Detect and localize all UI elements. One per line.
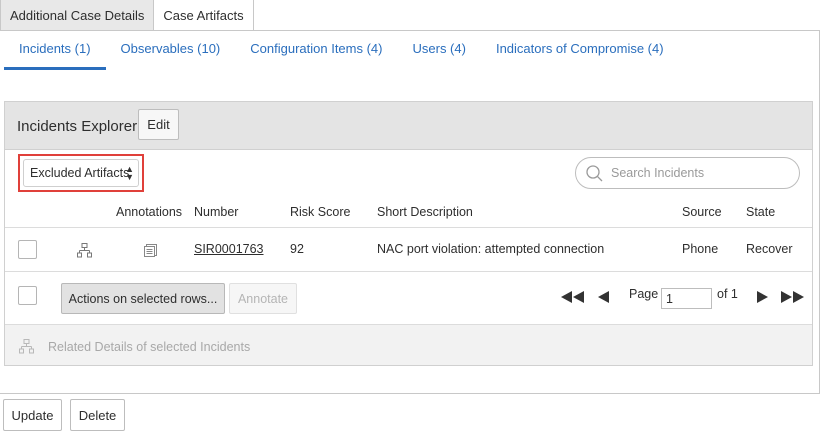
delete-button[interactable]: Delete <box>70 399 125 431</box>
source-cell: Phone <box>682 242 719 256</box>
next-page-icon[interactable] <box>757 291 768 303</box>
page-number-input[interactable] <box>661 288 712 309</box>
col-annotations: Annotations <box>116 205 183 219</box>
hierarchy-icon <box>19 339 34 354</box>
filter-highlight: Excluded Artifacts ▲ ▼ <box>18 154 144 192</box>
top-tab-bar: Additional Case Details Case Artifacts <box>0 0 254 31</box>
related-details-label: Related Details of selected Incidents <box>48 340 251 354</box>
filter-select-value: Excluded Artifacts <box>30 166 130 180</box>
risk-score-cell: 92 <box>290 242 304 256</box>
tab-additional-case-details[interactable]: Additional Case Details <box>0 0 155 31</box>
explorer-header: Incidents Explorer Edit <box>5 102 812 150</box>
previous-page-icon[interactable] <box>598 291 609 303</box>
hierarchy-icon[interactable] <box>77 243 92 258</box>
tab-indicators-of-compromise[interactable]: Indicators of Compromise (4) <box>481 38 679 70</box>
explorer-title: Incidents Explorer <box>17 118 138 135</box>
col-source[interactable]: Source <box>682 205 722 219</box>
search-input[interactable]: Search Incidents <box>575 157 800 189</box>
incident-number-link[interactable]: SIR0001763 <box>194 242 264 256</box>
col-risk-score[interactable]: Risk Score <box>290 205 350 219</box>
tab-incidents[interactable]: Incidents (1) <box>4 38 106 70</box>
short-description-cell: NAC port violation: attempted connection <box>377 242 605 256</box>
search-placeholder: Search Incidents <box>611 166 705 180</box>
tab-case-artifacts[interactable]: Case Artifacts <box>153 0 254 31</box>
col-number[interactable]: Number <box>194 205 238 219</box>
row-checkbox[interactable] <box>18 240 37 259</box>
actions-on-selected-rows-button[interactable]: Actions on selected rows... <box>61 283 225 314</box>
artifact-tab-bar: Incidents (1) Observables (10) Configura… <box>4 38 679 70</box>
search-icon <box>586 165 603 182</box>
tab-users[interactable]: Users (4) <box>398 38 481 70</box>
first-page-icon[interactable] <box>561 291 585 303</box>
state-cell: Recover <box>746 242 793 256</box>
header-divider <box>5 227 812 228</box>
last-page-icon[interactable] <box>781 291 805 303</box>
incidents-explorer: Incidents Explorer Edit Excluded Artifac… <box>4 101 813 366</box>
tab-configuration-items[interactable]: Configuration Items (4) <box>235 38 397 70</box>
related-details-bar: Related Details of selected Incidents <box>5 324 812 365</box>
page-count-label: of 1 <box>717 287 738 301</box>
annotate-button[interactable]: Annotate <box>229 283 297 314</box>
annotation-icon[interactable] <box>144 244 157 257</box>
update-button[interactable]: Update <box>3 399 62 431</box>
tab-observables[interactable]: Observables (10) <box>106 38 236 70</box>
select-arrows-icon: ▲ ▼ <box>125 164 134 182</box>
col-state[interactable]: State <box>746 205 775 219</box>
col-short-description[interactable]: Short Description <box>377 205 473 219</box>
row-divider <box>5 271 812 272</box>
page-label: Page <box>629 287 659 301</box>
select-all-checkbox[interactable] <box>18 286 37 305</box>
artifact-filter-select[interactable]: Excluded Artifacts ▲ ▼ <box>23 159 139 187</box>
edit-button[interactable]: Edit <box>138 109 179 140</box>
